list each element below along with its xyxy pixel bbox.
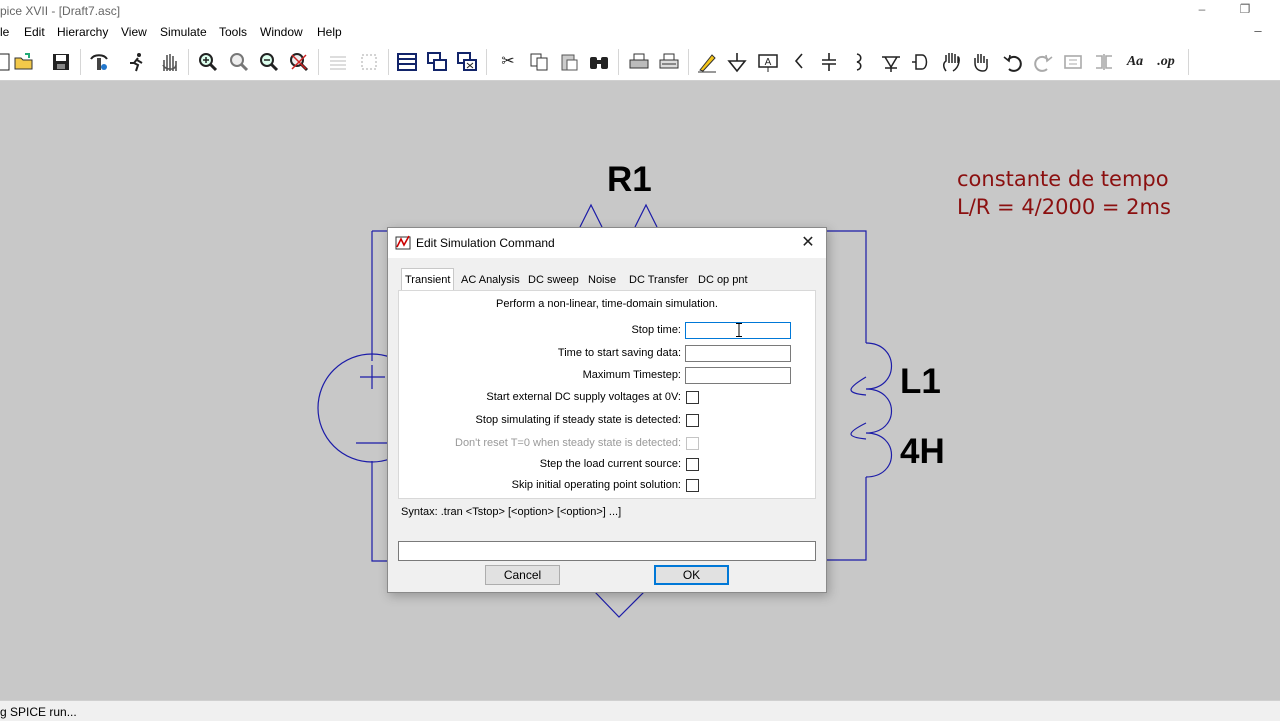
- tab-noise[interactable]: Noise: [585, 270, 619, 290]
- close-all-icon[interactable]: [456, 51, 478, 73]
- control-panel-icon[interactable]: [88, 51, 110, 73]
- menu-hierarchy[interactable]: Hierarchy: [57, 25, 108, 39]
- dont-reset-label: Don't reset T=0 when steady state is det…: [455, 437, 681, 449]
- tab-ac-analysis[interactable]: AC Analysis: [458, 270, 523, 290]
- new-icon[interactable]: [0, 51, 14, 73]
- r1-label[interactable]: R1: [607, 160, 652, 200]
- capacitor-icon[interactable]: [818, 51, 840, 73]
- resistor-r1-symbol: [579, 203, 603, 228]
- diode-icon[interactable]: [880, 51, 902, 73]
- dialog-title: Edit Simulation Command: [416, 236, 555, 250]
- redo-icon[interactable]: [1032, 51, 1054, 73]
- run-icon[interactable]: [126, 51, 148, 73]
- max-timestep-label: Maximum Timestep:: [582, 369, 681, 381]
- restore-button[interactable]: ❐: [1225, 2, 1265, 20]
- note-line2[interactable]: L/R = 4/2000 = 2ms: [957, 193, 1171, 221]
- tab-transient[interactable]: Transient: [401, 268, 455, 292]
- zoom-cancel-icon[interactable]: [288, 51, 310, 73]
- print-preview-icon[interactable]: [658, 51, 680, 73]
- cut-icon[interactable]: ✂: [497, 51, 519, 73]
- halt-icon[interactable]: [158, 51, 180, 73]
- menu-window[interactable]: Window: [260, 25, 303, 39]
- wire-right-top: [826, 230, 867, 343]
- stop-time-label: Stop time:: [631, 324, 681, 336]
- command-line-input[interactable]: [398, 541, 816, 561]
- menu-bar: le Edit Hierarchy View Simulate Tools Wi…: [0, 22, 1280, 44]
- save-icon[interactable]: [50, 51, 72, 73]
- inductor-icon[interactable]: [848, 51, 870, 73]
- window-title: pice XVII - [Draft7.asc]: [0, 4, 121, 18]
- text-cursor-icon: [736, 323, 742, 337]
- menu-tools[interactable]: Tools: [219, 25, 247, 39]
- stop-steady-label: Stop simulating if steady state is detec…: [475, 414, 681, 426]
- move-icon[interactable]: [940, 51, 962, 73]
- mirror-icon[interactable]: [1093, 51, 1115, 73]
- paste-icon[interactable]: [558, 51, 580, 73]
- print-icon[interactable]: [628, 51, 650, 73]
- title-bar: pice XVII - [Draft7.asc] – ❐: [0, 0, 1280, 22]
- text-icon[interactable]: Aa: [1124, 51, 1146, 73]
- ok-button[interactable]: OK: [654, 565, 729, 585]
- status-bar: g SPICE run...: [0, 700, 1280, 721]
- tab-dc-sweep[interactable]: DC sweep: [525, 270, 582, 290]
- menu-file[interactable]: le: [0, 25, 9, 39]
- edit-simulation-dialog: Edit Simulation Command ✕ Transient AC A…: [387, 227, 827, 593]
- ground-symbol: [593, 590, 646, 618]
- step-load-checkbox[interactable]: [686, 458, 699, 471]
- svg-text:A: A: [765, 57, 772, 68]
- cascade-icon[interactable]: [426, 51, 448, 73]
- dialog-close-button[interactable]: ✕: [796, 232, 820, 254]
- stop-steady-checkbox[interactable]: [686, 414, 699, 427]
- autorange-icon[interactable]: [327, 51, 349, 73]
- minimize-button[interactable]: –: [1182, 2, 1222, 20]
- status-text: g SPICE run...: [0, 705, 77, 719]
- tile-icon[interactable]: [396, 51, 418, 73]
- toolbar: ✂ A Aa .op: [0, 44, 1280, 81]
- menu-help[interactable]: Help: [317, 25, 342, 39]
- zoom-out-icon[interactable]: [258, 51, 280, 73]
- spice-directive-icon[interactable]: .op: [1155, 51, 1177, 73]
- label-net-icon[interactable]: A: [757, 51, 779, 73]
- drag-icon[interactable]: [970, 51, 992, 73]
- zoom-area-icon[interactable]: [358, 51, 380, 73]
- l1-value[interactable]: 4H: [900, 432, 945, 472]
- l1-label[interactable]: L1: [900, 362, 941, 402]
- resistor-icon[interactable]: [788, 51, 810, 73]
- component-icon[interactable]: [910, 51, 932, 73]
- zoom-in-icon[interactable]: [197, 51, 219, 73]
- max-timestep-input[interactable]: [685, 367, 791, 384]
- spice-directive-label: .op: [1157, 54, 1175, 69]
- start-dc-zero-checkbox[interactable]: [686, 391, 699, 404]
- rotate-icon[interactable]: [1062, 51, 1084, 73]
- tab-dc-transfer[interactable]: DC Transfer: [626, 270, 691, 290]
- start-saving-label: Time to start saving data:: [557, 347, 681, 359]
- ground-icon[interactable]: [726, 51, 748, 73]
- pan-icon[interactable]: [228, 51, 250, 73]
- skip-op-label: Skip initial operating point solution:: [511, 479, 681, 491]
- undo-icon[interactable]: [1002, 51, 1024, 73]
- dialog-title-bar[interactable]: Edit Simulation Command ✕: [388, 228, 826, 258]
- dont-reset-checkbox[interactable]: [686, 437, 699, 450]
- transient-tab-panel: Perform a non-linear, time-domain simula…: [398, 290, 816, 499]
- start-saving-input[interactable]: [685, 345, 791, 362]
- find-icon[interactable]: [588, 51, 610, 73]
- tab-dc-op-pnt[interactable]: DC op pnt: [695, 270, 751, 290]
- note-line1[interactable]: constante de tempo: [957, 165, 1169, 193]
- copy-icon[interactable]: [528, 51, 550, 73]
- open-icon[interactable]: [13, 51, 35, 73]
- start-dc-zero-label: Start external DC supply voltages at 0V:: [486, 391, 681, 403]
- menu-view[interactable]: View: [121, 25, 147, 39]
- syntax-text: Syntax: .tran <Tstop> [<option> [<option…: [401, 506, 622, 518]
- draw-wire-icon[interactable]: [696, 51, 718, 73]
- tab-description: Perform a non-linear, time-domain simula…: [496, 298, 718, 310]
- step-load-label: Step the load current source:: [539, 458, 681, 470]
- inductor-l1-symbol: [865, 342, 892, 478]
- skip-op-checkbox[interactable]: [686, 479, 699, 492]
- ltspice-logo-icon: [395, 235, 411, 251]
- text-icon-label: Aa: [1126, 54, 1144, 69]
- menu-simulate[interactable]: Simulate: [160, 25, 207, 39]
- mdi-minimize-button[interactable]: –: [1248, 23, 1268, 43]
- menu-edit[interactable]: Edit: [24, 25, 45, 39]
- cancel-button[interactable]: Cancel: [485, 565, 560, 585]
